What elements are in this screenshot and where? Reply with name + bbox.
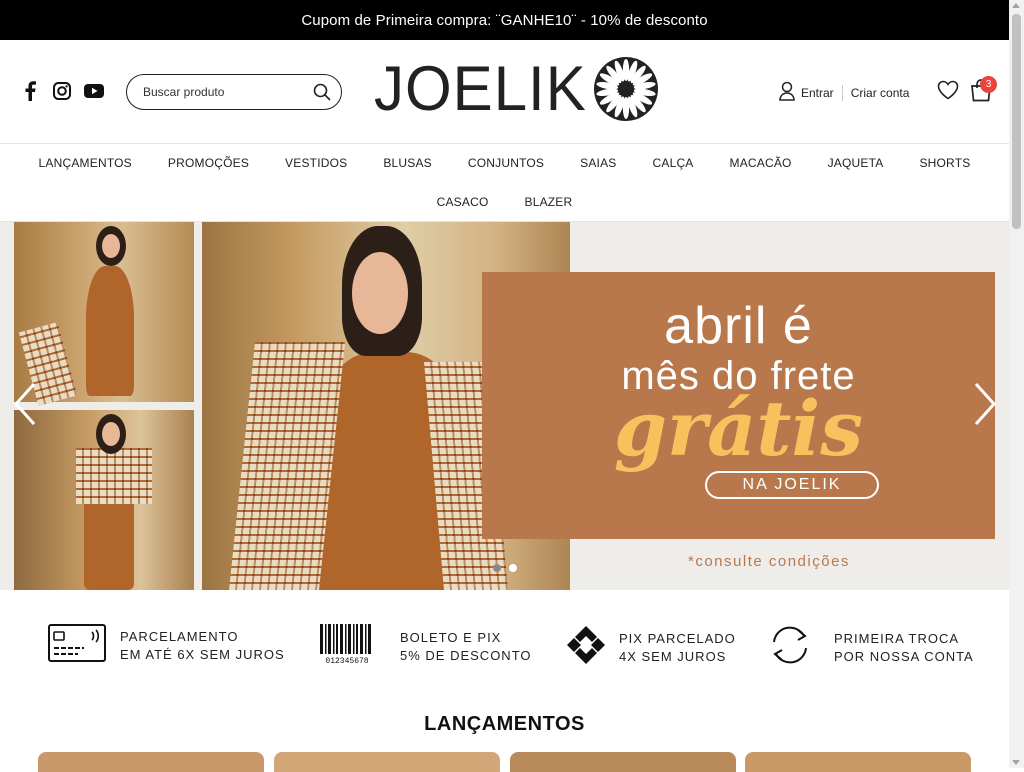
benefit-line-2: POR NOSSA CONTA [834,648,974,664]
account-divider [841,84,843,101]
search-input[interactable] [143,85,303,99]
announcement-text: Cupom de Primeira compra: ¨GANHE10¨ - 10… [301,11,708,29]
nav-item-conjuntos[interactable]: CONJUNTOS [450,155,562,171]
nav-item-lancamentos[interactable]: LANÇAMENTOS [21,155,150,171]
search-box[interactable] [126,74,342,110]
benefit-line-2: 5% DE DESCONTO [400,647,532,663]
nav-item-calca[interactable]: CALÇA [635,155,712,171]
signup-link[interactable]: Criar conta [851,86,910,100]
hero-photo-top-left [14,222,194,406]
launches-title: LANÇAMENTOS [424,713,585,735]
youtube-icon[interactable] [84,81,104,101]
facebook-icon[interactable] [20,81,40,101]
category-nav-row-2: CASACO BLAZER [0,194,1009,210]
benefit-line-2: EM ATÉ 6X SEM JUROS [120,646,285,662]
page-scrollbar[interactable] [1009,0,1024,768]
promo-line-1: abril é [664,297,813,355]
logo-wordmark: JOELIK [374,53,587,124]
category-nav-row-1: LANÇAMENTOS PROMOÇÕES VESTIDOS BLUSAS CO… [0,155,1009,171]
cart-count-badge: 3 [980,76,997,93]
hero-photo-bottom-left [14,410,194,590]
exchange-icon [768,624,812,671]
promo-terms-note: *consulte condições [688,553,850,570]
carousel-prev-arrow[interactable] [12,382,38,426]
nav-item-blazer[interactable]: BLAZER [507,194,591,210]
nav-item-saias[interactable]: SAIAS [562,155,634,171]
barcode-icon: 012345678 [320,624,374,669]
benefit-boleto-pix: 012345678 BOLETO E PIX 5% DE DESCONTO [320,624,532,669]
barcode-digits: 012345678 [325,657,368,664]
scroll-up-arrow[interactable] [1012,3,1020,8]
benefit-line-1: PARCELAMENTO [120,628,239,644]
promo-box: abril é mês do frete grátis NA JOELIK [482,272,995,539]
nav-item-jaqueta[interactable]: JAQUETA [810,155,902,171]
nav-item-blusas[interactable]: BLUSAS [365,155,450,171]
announcement-bar: Cupom de Primeira compra: ¨GANHE10¨ - 10… [0,0,1009,40]
nav-item-casaco[interactable]: CASACO [419,194,507,210]
benefit-pix-installments: PIX PARCELADO 4X SEM JUROS [565,624,736,671]
nav-item-macacao[interactable]: MACACÃO [712,155,810,171]
benefit-line-1: BOLETO E PIX [400,629,502,645]
benefit-line-1: PIX PARCELADO [619,630,736,646]
carousel-dot-active[interactable] [509,564,517,572]
site-header: JOELIK [0,40,1009,144]
hero-banner[interactable]: abril é mês do frete grátis NA JOELIK *c… [0,222,1009,590]
benefit-first-exchange: PRIMEIRA TROCA POR NOSSA CONTA [768,624,974,671]
user-icon[interactable] [779,81,795,104]
benefit-line-2: 4X SEM JUROS [619,648,727,664]
product-card[interactable] [745,752,971,772]
nav-item-vestidos[interactable]: VESTIDOS [267,155,365,171]
carousel-dot[interactable] [493,564,501,572]
instagram-icon[interactable] [52,81,72,101]
site-logo[interactable]: JOELIK [374,53,659,124]
benefit-installments: PARCELAMENTO EM ATÉ 6X SEM JUROS [48,624,285,667]
search-icon[interactable] [313,83,331,106]
account-links: Entrar Criar conta [779,81,909,104]
promo-line-3: grátis [613,384,864,473]
carousel-dots [493,564,517,572]
category-nav: LANÇAMENTOS PROMOÇÕES VESTIDOS BLUSAS CO… [0,144,1009,222]
product-card[interactable] [38,752,264,772]
benefits-strip: PARCELAMENTO EM ATÉ 6X SEM JUROS 0123456… [0,590,1009,700]
product-card[interactable] [510,752,736,772]
credit-card-icon [48,624,106,667]
benefit-line-1: PRIMEIRA TROCA [834,630,960,646]
scrollbar-thumb[interactable] [1012,14,1021,229]
heart-icon[interactable] [937,80,959,105]
carousel-next-arrow[interactable] [972,382,998,426]
login-link[interactable]: Entrar [801,86,834,100]
nav-item-shorts[interactable]: SHORTS [901,155,988,171]
product-card[interactable] [274,752,500,772]
social-links [20,81,104,101]
pix-icon [565,624,607,671]
daisy-logo-icon [593,57,658,121]
scroll-down-arrow[interactable] [1012,760,1020,765]
promo-pill: NA JOELIK [705,471,879,499]
nav-item-promocoes[interactable]: PROMOÇÕES [150,155,267,171]
